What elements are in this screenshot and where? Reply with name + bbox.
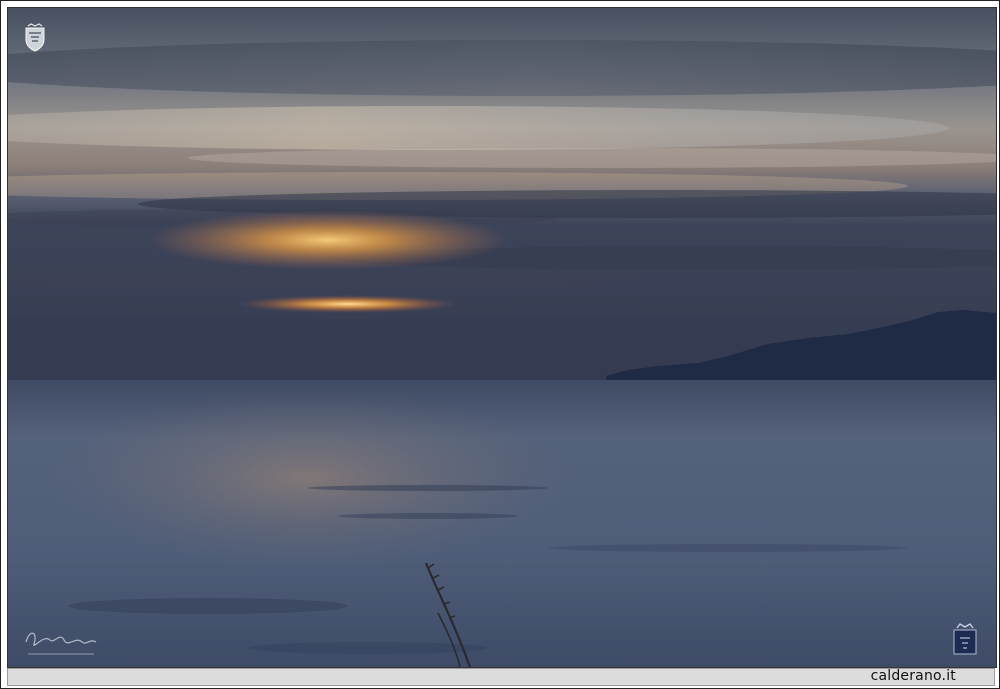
- caption-bar: calderano.it: [7, 668, 995, 686]
- site-label: calderano.it: [870, 668, 956, 684]
- crest-icon: [25, 23, 45, 52]
- sea-ripple: [338, 513, 518, 519]
- sun-glow-low: [238, 295, 458, 313]
- photo-frame: calderano.it: [0, 0, 1000, 689]
- sun-glow: [148, 210, 508, 270]
- sea-ripple: [68, 598, 348, 614]
- sea-reflection: [48, 388, 568, 568]
- sunset-sea-scene: [8, 8, 996, 667]
- landscape-photo: [7, 7, 997, 668]
- sea-ripple: [548, 544, 908, 552]
- cloud-band: [8, 40, 996, 96]
- cloud-streak: [188, 148, 996, 168]
- sea-ripple: [308, 485, 548, 491]
